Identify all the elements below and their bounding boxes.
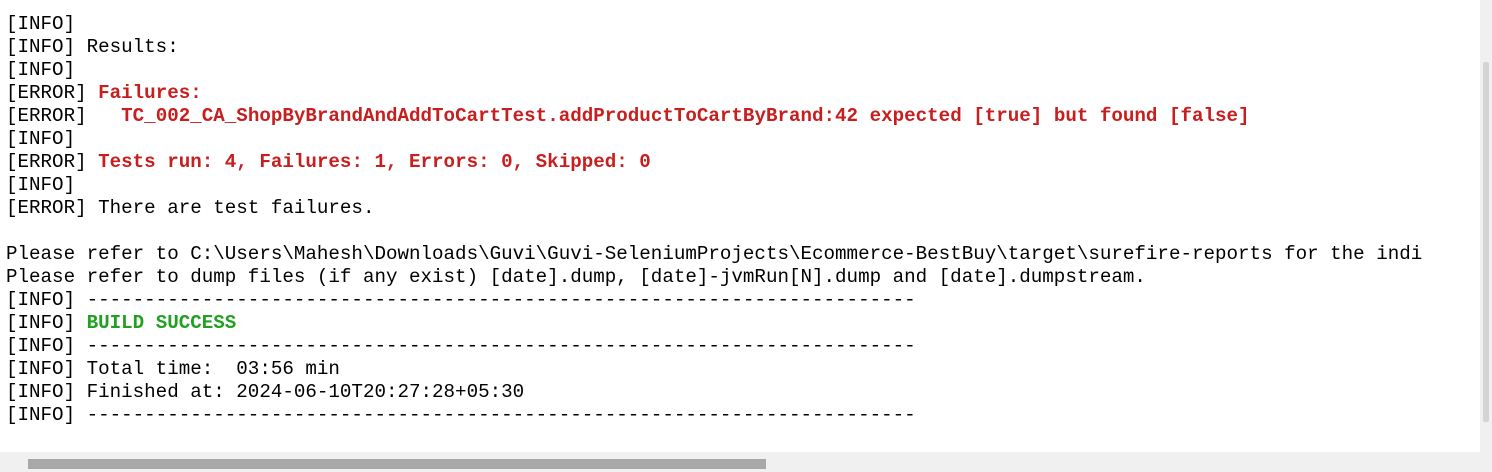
console-line: [INFO] Results: [6, 36, 1422, 59]
console-line: [INFO] BUILD SUCCESS [6, 312, 1422, 335]
vertical-scrollbar[interactable] [1480, 0, 1492, 452]
log-text: [INFO] [6, 128, 76, 150]
log-text: [INFO] Results: [6, 36, 179, 58]
console-line: Please refer to dump files (if any exist… [6, 266, 1422, 289]
log-text: [INFO] [6, 13, 76, 35]
log-text: [INFO] [6, 59, 76, 81]
console-line: [ERROR] TC_002_CA_ShopByBrandAndAddToCar… [6, 105, 1422, 128]
console-line: Please refer to C:\Users\Mahesh\Download… [6, 243, 1422, 266]
log-text: [INFO] ---------------------------------… [6, 335, 916, 357]
log-text: [INFO] [6, 312, 87, 334]
console-line: [INFO] ---------------------------------… [6, 404, 1422, 427]
log-text: [INFO] Finished at: 2024-06-10T20:27:28+… [6, 381, 525, 403]
log-text: [INFO] [6, 174, 76, 196]
console-line: [INFO] ---------------------------------… [6, 289, 1422, 312]
log-text: [ERROR] [6, 151, 99, 173]
log-text: Please refer to C:\Users\Mahesh\Download… [6, 243, 1423, 265]
console-output[interactable]: [INFO] [INFO] Results: [INFO] [ERROR] Failu… [0, 0, 1480, 452]
log-text: [INFO] ---------------------------------… [6, 404, 916, 426]
console-line: [INFO] [6, 13, 1422, 36]
log-text: [ERROR] There are test failures. [6, 197, 375, 219]
console-line: [ERROR] Failures: [6, 82, 1422, 105]
error-text: Failures: [98, 82, 202, 104]
console-line: [INFO] [6, 174, 1422, 197]
success-text: BUILD SUCCESS [86, 312, 237, 334]
console-line: [INFO] ---------------------------------… [6, 335, 1422, 358]
horizontal-scrollbar[interactable] [0, 452, 1492, 472]
console-line: [INFO] Finished at: 2024-06-10T20:27:28+… [6, 381, 1422, 404]
error-text: Tests run: 4, Failures: 1, Errors: 0, Sk… [98, 151, 651, 173]
console-line: [INFO] Total time: 03:56 min [6, 358, 1422, 381]
console-line: [ERROR] Tests run: 4, Failures: 1, Error… [6, 151, 1422, 174]
vertical-scrollbar-thumb[interactable] [1483, 62, 1489, 422]
console-line: [ERROR] There are test failures. [6, 197, 1422, 220]
log-text: Please refer to dump files (if any exist… [6, 266, 1146, 288]
log-text: [INFO] ---------------------------------… [6, 289, 916, 311]
log-text: [INFO] Total time: 03:56 min [6, 358, 340, 380]
error-text: TC_002_CA_ShopByBrandAndAddToCartTest.ad… [121, 105, 1250, 127]
log-text: [ERROR] [6, 105, 122, 127]
console-line: [INFO] [6, 128, 1422, 151]
console-line: [INFO] [6, 59, 1422, 82]
console-lines: [INFO] [INFO] Results: [INFO] [ERROR] Failu… [6, 13, 1422, 427]
horizontal-scrollbar-thumb[interactable] [28, 459, 766, 469]
log-text: [ERROR] [6, 82, 99, 104]
